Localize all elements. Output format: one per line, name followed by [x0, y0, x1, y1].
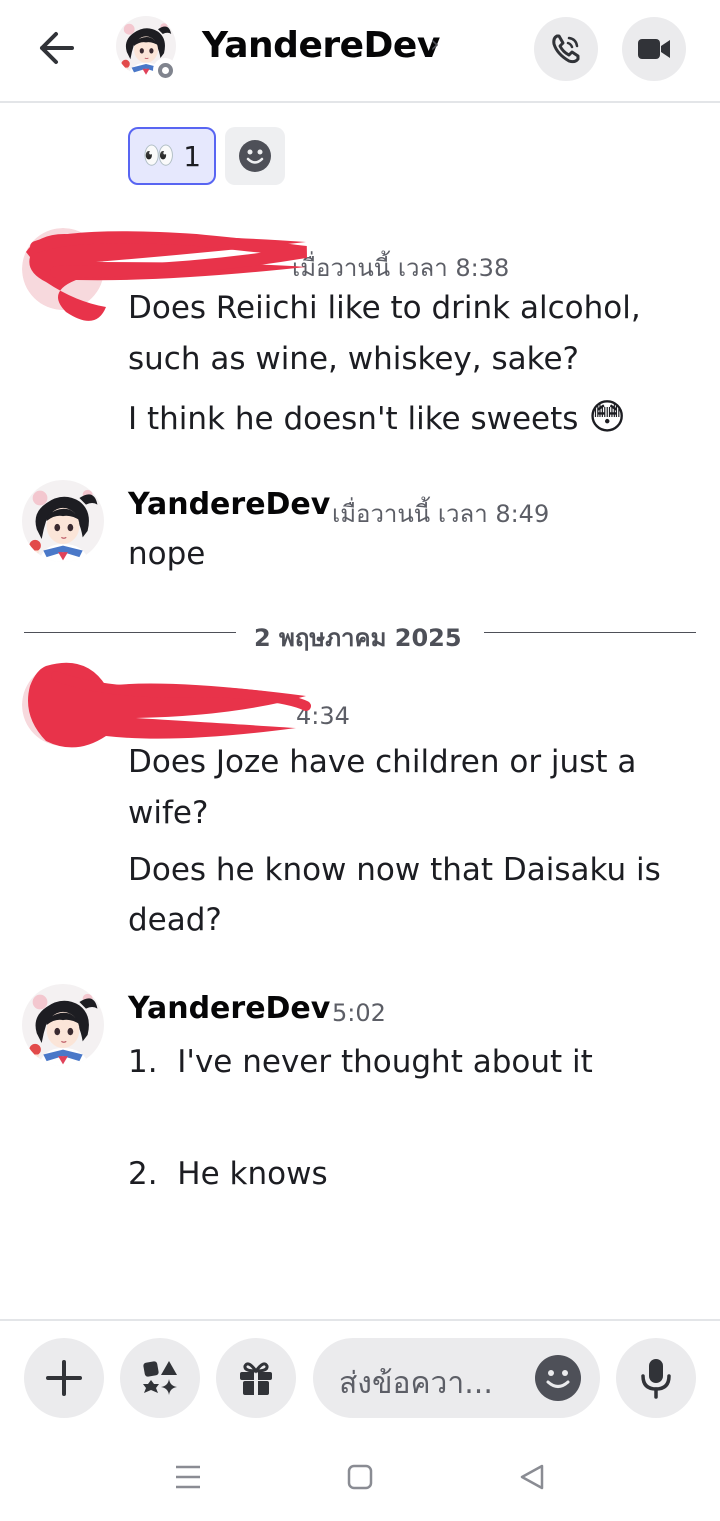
apps-icon — [143, 1361, 177, 1395]
eyes-emoji-icon: 👀 — [142, 141, 176, 171]
username[interactable]: YandereDev — [128, 487, 330, 522]
username[interactable]: YandereDev — [128, 991, 330, 1026]
emoji-button[interactable] — [535, 1355, 581, 1401]
recents-icon — [176, 1465, 200, 1489]
message-text: Does Reiichi like to drink alcohol, — [128, 290, 641, 326]
user-avatar[interactable] — [22, 984, 104, 1066]
arrow-left-icon — [40, 32, 74, 64]
reaction-eyes[interactable]: 👀 1 — [128, 127, 216, 185]
gift-button[interactable] — [216, 1338, 296, 1418]
back-nav-button[interactable] — [502, 1455, 562, 1499]
chevron-right-icon[interactable]: › — [430, 30, 440, 58]
date-divider-line — [24, 632, 236, 633]
back-triangle-icon — [520, 1464, 544, 1490]
add-reaction-button[interactable] — [225, 127, 285, 185]
attach-button[interactable] — [24, 1338, 104, 1418]
date-divider-line — [484, 632, 696, 633]
back-button[interactable] — [30, 24, 82, 72]
video-camera-icon — [638, 39, 670, 59]
phone-icon — [552, 34, 580, 64]
message-timestamp: เมื่อวานนี้ เวลา 8:49 — [332, 500, 550, 528]
recents-nav-button[interactable] — [158, 1455, 218, 1499]
offline-status-icon — [153, 58, 177, 82]
emoji-icon — [546, 1370, 570, 1388]
chat-header: YandereDev › — [0, 0, 720, 103]
redaction-scribble — [28, 662, 311, 748]
message-input-placeholder: ส่งข้อควา... — [339, 1366, 493, 1401]
voice-message-button[interactable] — [616, 1338, 696, 1418]
video-call-button[interactable] — [622, 17, 686, 81]
message-timestamp: 5:02 — [332, 999, 386, 1027]
message-text: wife? — [128, 795, 209, 831]
message-text: Does he know now that Daisaku is — [128, 852, 661, 888]
flushed-emoji-icon: 😳 — [588, 397, 626, 438]
home-icon — [347, 1464, 373, 1490]
message-text: 2. He knows — [128, 1156, 328, 1192]
message-text: nope — [128, 536, 206, 572]
user-avatar[interactable] — [22, 480, 104, 562]
message-text: such as wine, whiskey, sake? — [128, 341, 579, 377]
plus-icon — [46, 1360, 82, 1396]
reaction-count: 1 — [183, 139, 202, 173]
message-text: I think he doesn't like sweets 😳 — [128, 397, 626, 438]
date-divider: 2 พฤษภาคม 2025 — [254, 624, 462, 652]
composer-divider — [0, 1319, 720, 1321]
apps-button[interactable] — [120, 1338, 200, 1418]
message-text: 1. I've never thought about it — [128, 1044, 593, 1080]
channel-title[interactable]: YandereDev — [202, 25, 440, 66]
smiley-add-icon — [239, 140, 271, 172]
message-text: dead? — [128, 902, 222, 938]
home-nav-button[interactable] — [330, 1455, 390, 1499]
gift-icon — [240, 1362, 272, 1395]
message-timestamp: เมื่อวานนี้ เวลา 8:38 — [292, 254, 510, 282]
message-input[interactable]: ส่งข้อควา... — [313, 1338, 600, 1418]
message-text: Does Joze have children or just a — [128, 744, 637, 780]
voice-call-button[interactable] — [534, 17, 598, 81]
microphone-icon — [641, 1359, 671, 1399]
